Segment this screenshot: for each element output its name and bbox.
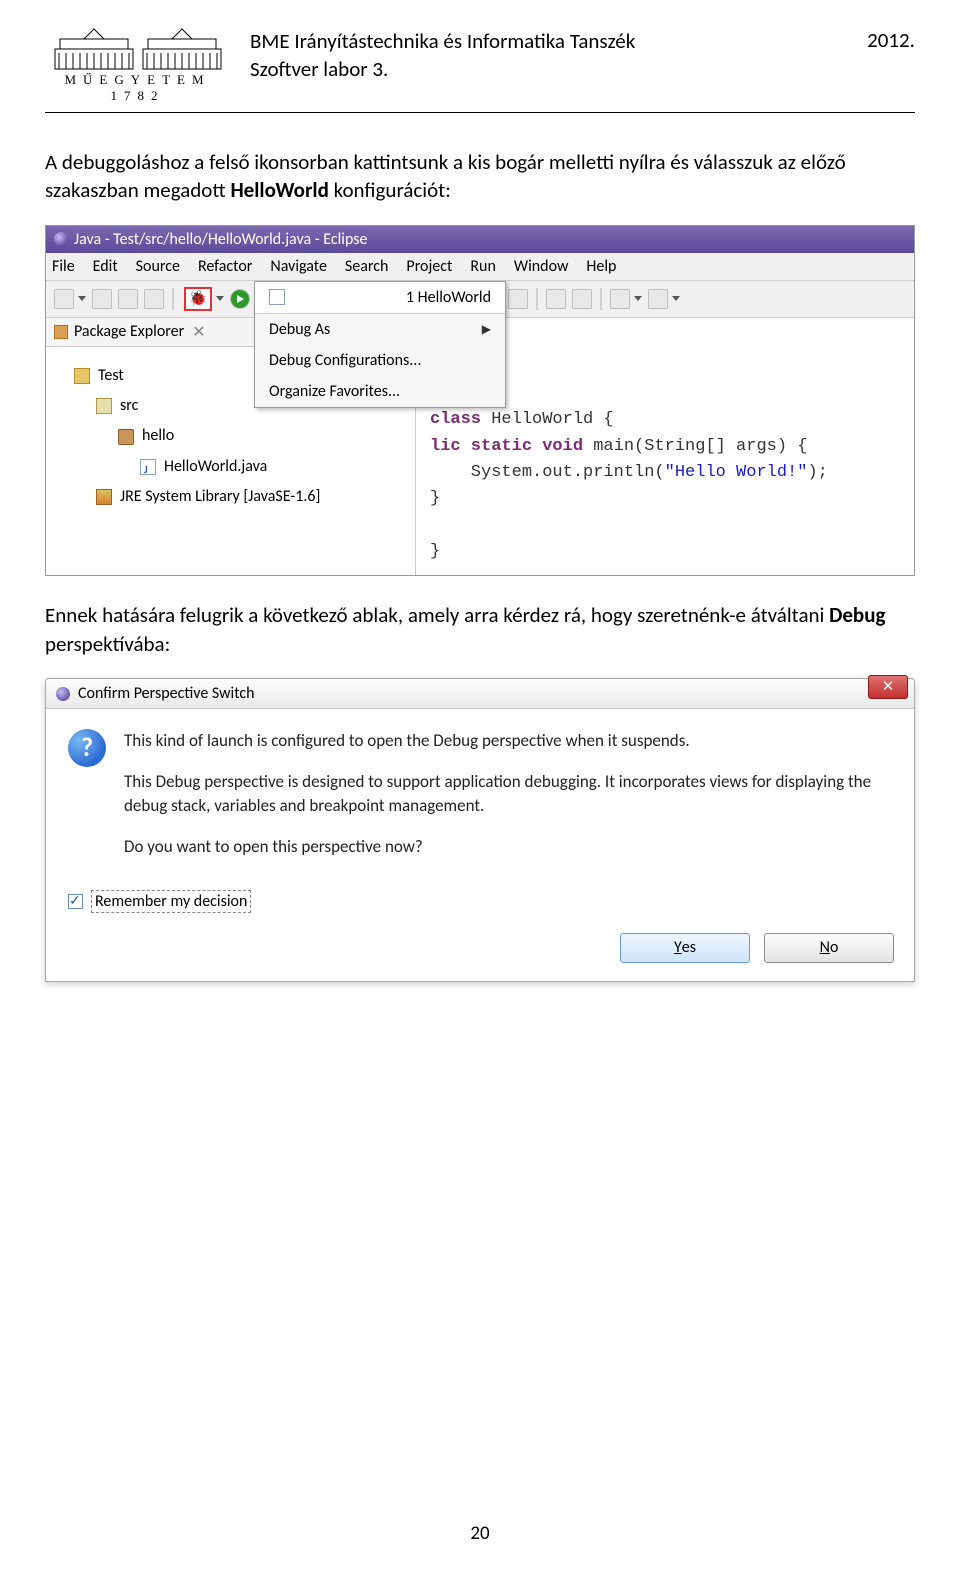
yes-button[interactable]: Yes <box>620 933 750 963</box>
tree-file[interactable]: HelloWorld.java <box>74 452 405 482</box>
menu-window[interactable]: Window <box>514 257 569 276</box>
no-button[interactable]: No <box>764 933 894 963</box>
separator-icon <box>536 288 538 310</box>
menu-help[interactable]: Help <box>586 257 616 276</box>
close-tab-icon[interactable]: ✕ <box>192 322 205 342</box>
logo-caption: MŰEGYETEM 1782 <box>45 72 230 104</box>
paragraph-2: Ennek hatására felugrik a következő abla… <box>45 601 915 658</box>
header-lines: BME Irányítástechnika és Informatika Tan… <box>250 27 635 84</box>
dropdown-icon[interactable] <box>634 296 642 301</box>
eclipse-title-text: Java - Test/src/hello/HelloWorld.java - … <box>74 230 367 249</box>
task-icon[interactable] <box>508 289 528 309</box>
package-explorer-icon <box>54 325 68 339</box>
building-right-icon <box>142 25 222 70</box>
building-left-icon <box>54 25 134 70</box>
dropdown-icon[interactable] <box>672 296 680 301</box>
jre-library-icon <box>96 489 112 505</box>
confirm-dialog: Confirm Perspective Switch ✕ ? This kind… <box>45 678 915 982</box>
save-icon[interactable] <box>92 289 112 309</box>
menu-project[interactable]: Project <box>406 257 452 276</box>
eclipse-icon <box>54 232 68 246</box>
menu-navigate[interactable]: Navigate <box>270 257 327 276</box>
popup-item-debugas[interactable]: Debug As ▶ <box>255 314 505 345</box>
separator-icon <box>172 288 174 310</box>
header-line1: BME Irányítástechnika és Informatika Tan… <box>250 27 635 55</box>
src-folder-icon <box>96 398 112 414</box>
debug-dropdown-icon[interactable] <box>216 296 224 301</box>
bug-icon: 🐞 <box>189 289 208 308</box>
project-icon <box>74 368 90 384</box>
eclipse-screenshot: Java - Test/src/hello/HelloWorld.java - … <box>45 225 915 577</box>
run-icon[interactable] <box>230 289 250 309</box>
separator-icon <box>600 288 602 310</box>
dialog-p3: Do you want to open this perspective now… <box>124 835 892 860</box>
menu-edit[interactable]: Edit <box>93 257 118 276</box>
dialog-p1: This kind of launch is configured to ope… <box>124 729 892 754</box>
eclipse-menubar: File Edit Source Refactor Navigate Searc… <box>46 253 914 281</box>
dialog-titlebar: Confirm Perspective Switch <box>46 679 914 709</box>
saveall-icon[interactable] <box>118 289 138 309</box>
close-icon: ✕ <box>882 678 895 696</box>
tree-package[interactable]: hello <box>74 421 405 451</box>
debug-dropdown-popup: 1 HelloWorld Debug As ▶ Debug Configurat… <box>254 281 506 408</box>
nav-back-icon[interactable] <box>610 289 630 309</box>
popup-item-organize[interactable]: Organize Favorites... <box>255 376 505 407</box>
print-icon[interactable] <box>144 289 164 309</box>
dialog-title-text: Confirm Perspective Switch <box>78 684 255 703</box>
java-file-icon <box>140 459 156 475</box>
eclipse-toolbar: 🐞 1 HelloWorld <box>46 281 914 318</box>
menu-refactor[interactable]: Refactor <box>198 257 252 276</box>
popup-item-debugconfigs[interactable]: Debug Configurations... <box>255 345 505 376</box>
dialog-p2: This Debug perspective is designed to su… <box>124 770 892 819</box>
java-file-icon <box>269 289 285 305</box>
toggle-icon[interactable] <box>572 289 592 309</box>
menu-source[interactable]: Source <box>136 257 180 276</box>
dialog-close-button[interactable]: ✕ <box>868 675 908 699</box>
header-rule <box>45 112 915 113</box>
menu-file[interactable]: File <box>52 257 75 276</box>
menu-run[interactable]: Run <box>470 257 496 276</box>
new-icon[interactable] <box>54 289 74 309</box>
header-year: 2012. <box>867 27 915 53</box>
dropdown-icon[interactable] <box>78 296 86 301</box>
checkbox-icon[interactable] <box>68 894 83 909</box>
page-number: 20 <box>45 1522 915 1545</box>
popup-item-helloworld[interactable]: 1 HelloWorld <box>255 282 505 314</box>
header-line2: Szoftver labor 3. <box>250 55 635 83</box>
paragraph-1: A debuggoláshoz a felső ikonsorban katti… <box>45 148 915 205</box>
remember-checkbox-row[interactable]: Remember my decision <box>46 890 914 927</box>
page-header: MŰEGYETEM 1782 BME Irányítástechnika és … <box>45 25 915 104</box>
university-logo: MŰEGYETEM 1782 <box>45 25 230 104</box>
dialog-text: This kind of launch is configured to ope… <box>124 729 892 876</box>
question-icon: ? <box>68 729 106 767</box>
eclipse-icon <box>56 687 70 701</box>
tree-jre[interactable]: JRE System Library [JavaSE-1.6] <box>74 482 405 512</box>
submenu-arrow-icon: ▶ <box>482 322 491 337</box>
menu-search[interactable]: Search <box>345 257 389 276</box>
outline-icon[interactable] <box>546 289 566 309</box>
package-icon <box>118 429 134 445</box>
nav-fwd-icon[interactable] <box>648 289 668 309</box>
remember-label: Remember my decision <box>91 890 251 913</box>
debug-button-highlighted[interactable]: 🐞 <box>184 287 212 311</box>
eclipse-titlebar: Java - Test/src/hello/HelloWorld.java - … <box>46 226 914 253</box>
